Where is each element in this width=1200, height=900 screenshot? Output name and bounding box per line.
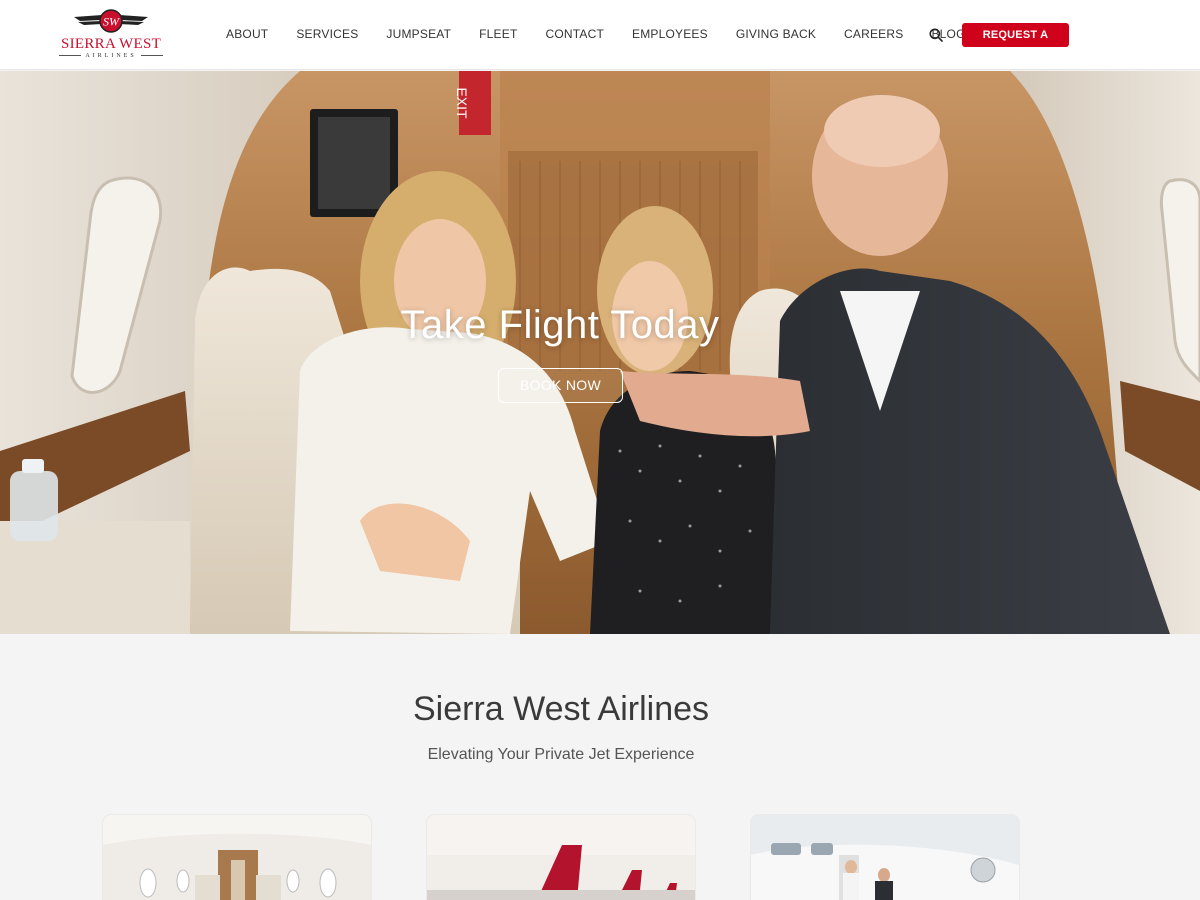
- hero-title: Take Flight Today: [400, 303, 720, 347]
- nav-about[interactable]: ABOUT: [212, 22, 282, 46]
- svg-text:SW: SW: [103, 15, 120, 29]
- section-title: Sierra West Airlines: [412, 690, 710, 728]
- nav-fleet[interactable]: FLEET: [465, 22, 531, 46]
- brand-subtitle: AIRLINES: [52, 52, 170, 60]
- wings-emblem-icon: SW: [74, 9, 148, 33]
- hero-cabin-photo: EXIT: [0, 71, 1200, 634]
- nav-giving-back[interactable]: GIVING BACK: [722, 22, 830, 46]
- fleet-tails-photo: [427, 815, 695, 900]
- section-subtitle: Elevating Your Private Jet Experience: [427, 746, 695, 763]
- nav-services[interactable]: SERVICES: [282, 22, 372, 46]
- nav-employees[interactable]: EMPLOYEES: [618, 22, 722, 46]
- nav-careers[interactable]: CAREERS: [830, 22, 917, 46]
- cabin-interior-card[interactable]: [103, 815, 371, 900]
- site-logo[interactable]: SW SIERRA WEST AIRLINES: [52, 8, 170, 62]
- main-nav: ABOUT SERVICES JUMPSEAT FLEET CONTACT EM…: [212, 22, 980, 46]
- hero-banner: EXIT Take Flight Today BOOK NOW: [0, 71, 1200, 634]
- nav-contact[interactable]: CONTACT: [531, 22, 618, 46]
- cabin-interior-photo: [103, 815, 371, 900]
- book-now-button[interactable]: BOOK NOW: [498, 368, 623, 403]
- brand-name: SIERRA WEST: [60, 36, 162, 52]
- search-icon[interactable]: [928, 27, 944, 43]
- svg-text:EXIT: EXIT: [454, 87, 470, 119]
- request-quote-button[interactable]: REQUEST A QUOTE: [962, 23, 1069, 65]
- nav-jumpseat[interactable]: JUMPSEAT: [372, 22, 465, 46]
- site-header: SW SIERRA WEST AIRLINES ABOUT SERVICES J…: [0, 0, 1200, 70]
- fleet-card[interactable]: [427, 815, 695, 900]
- jet-boarding-photo: [751, 815, 1019, 900]
- passengers-card[interactable]: [751, 815, 1019, 900]
